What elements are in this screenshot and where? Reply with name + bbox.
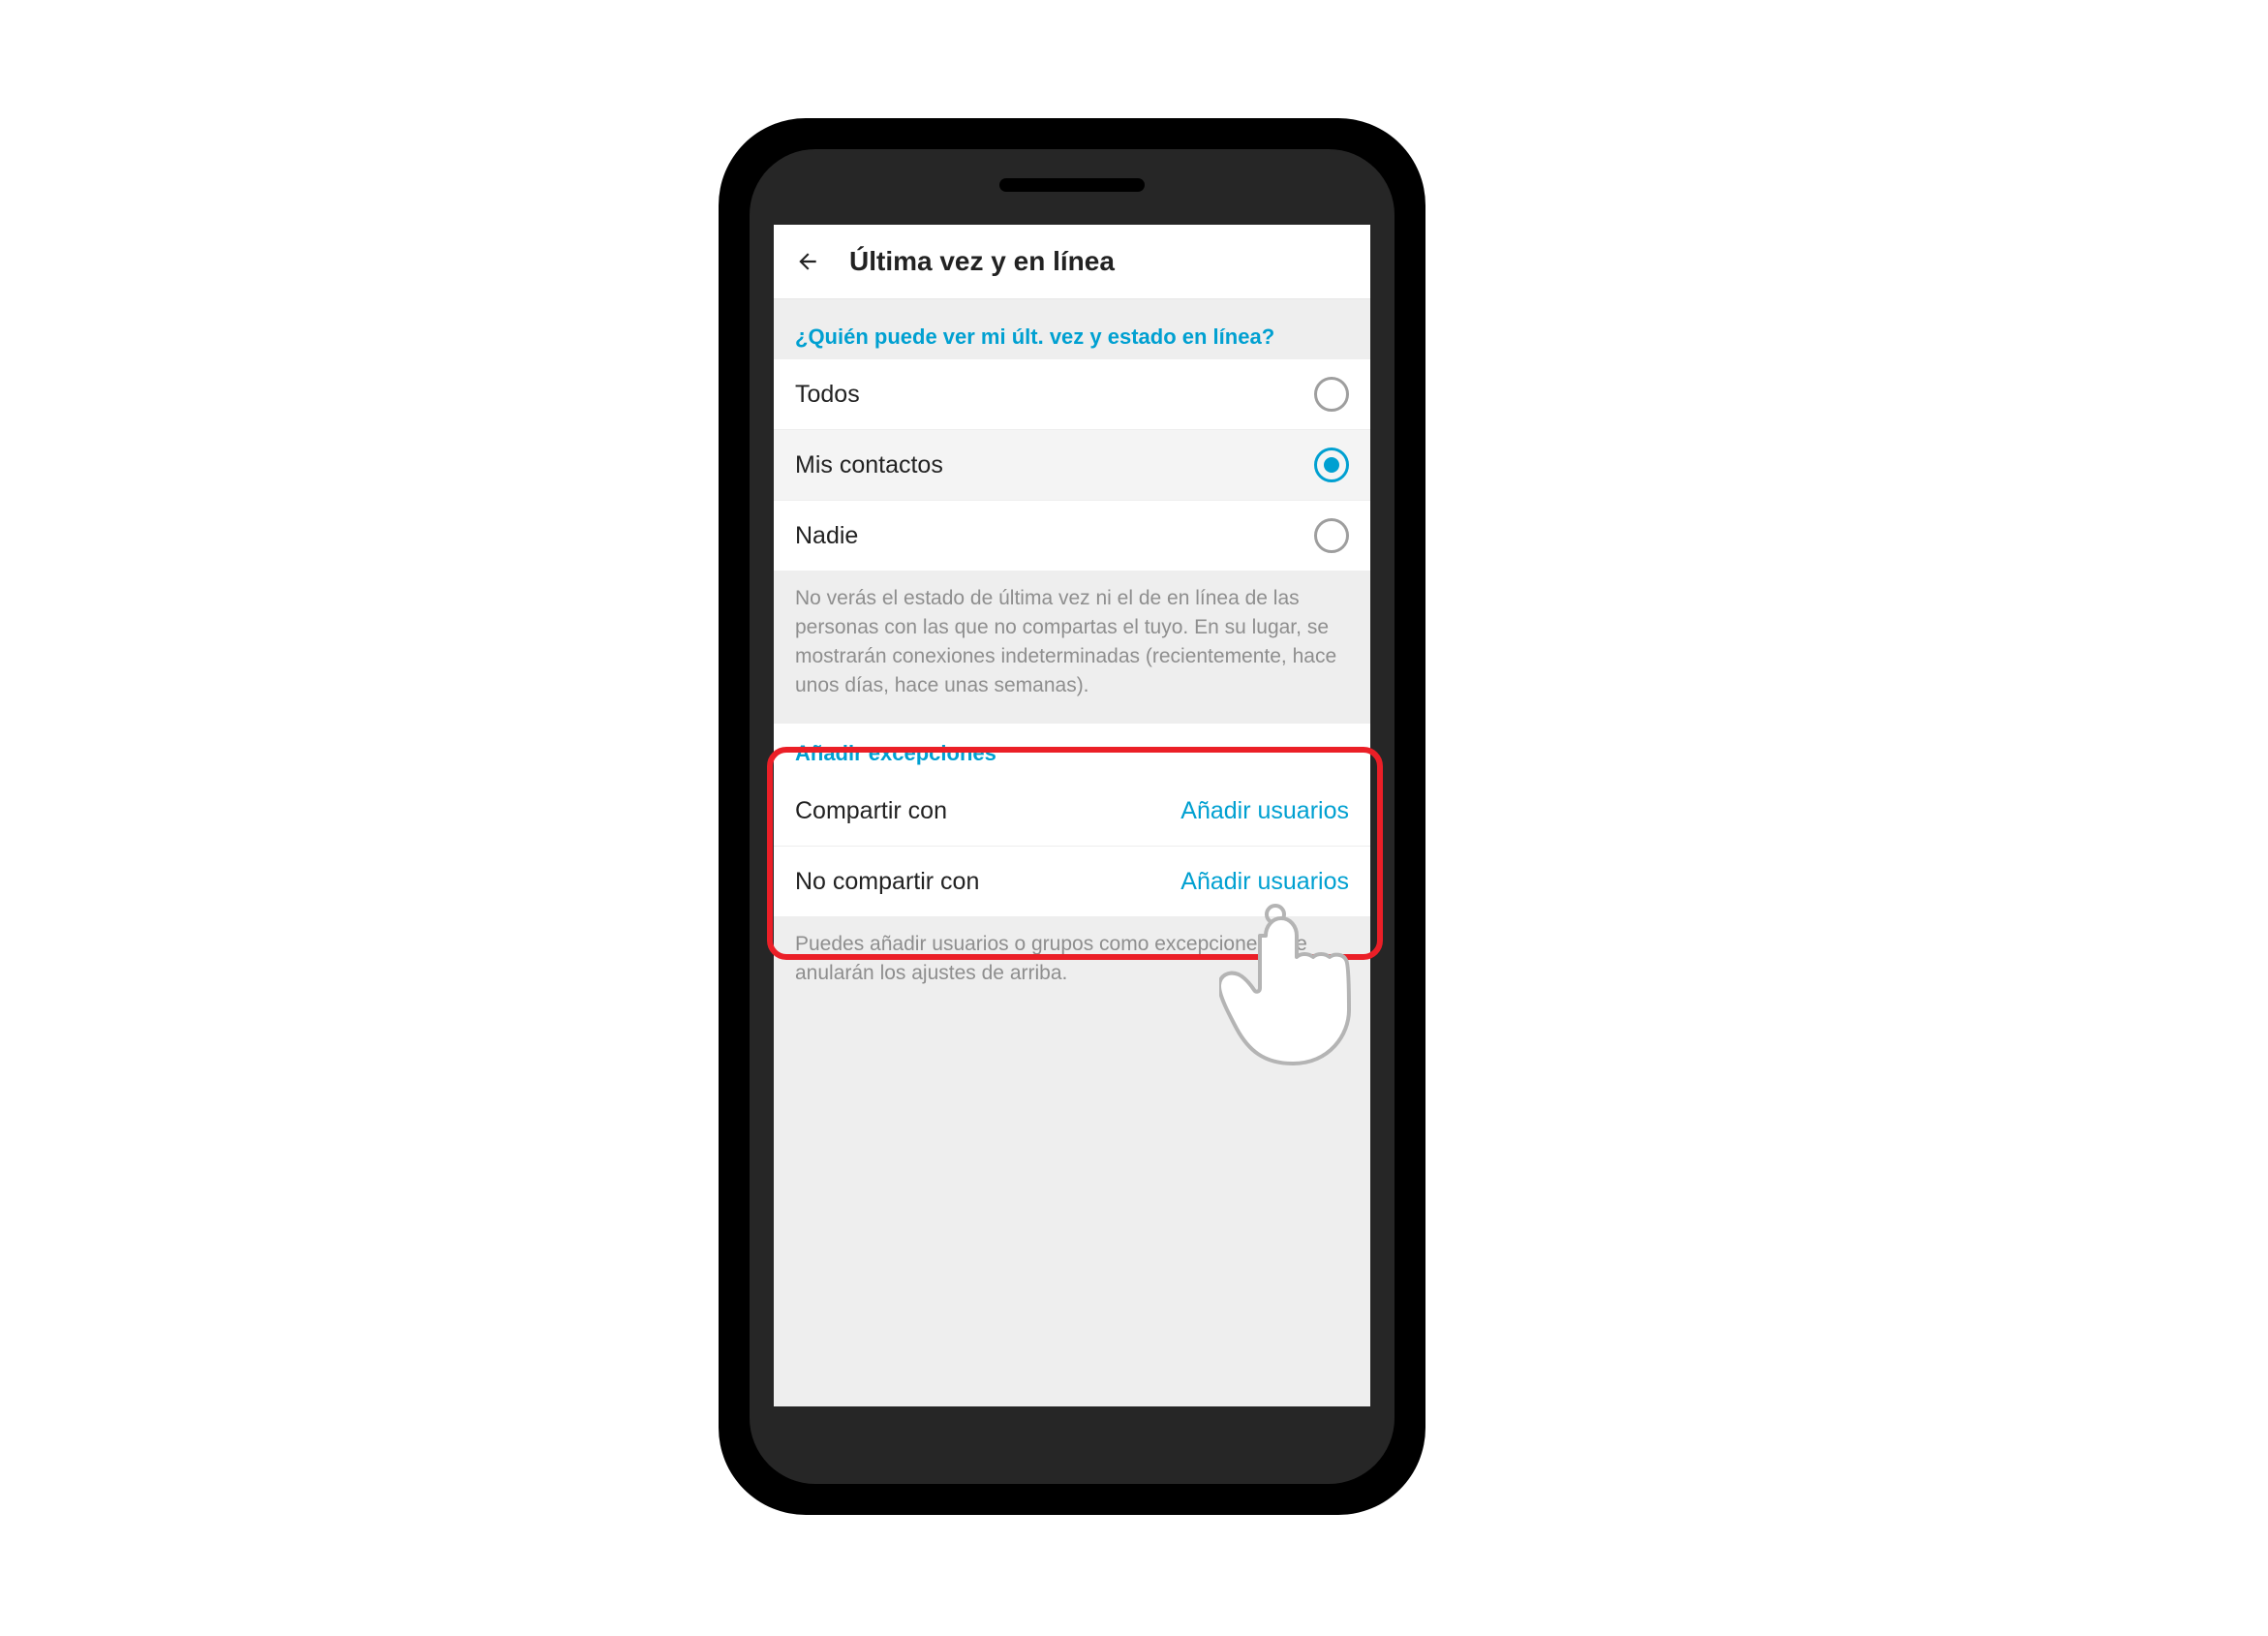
option-my-contacts-label: Mis contactos — [795, 451, 943, 479]
radio-selected-icon — [1314, 448, 1349, 482]
section2-title: Añadir excepciones — [774, 724, 1370, 776]
phone-frame: Última vez y en línea ¿Quién puede ver m… — [719, 118, 1425, 1515]
option-my-contacts[interactable]: Mis contactos — [774, 430, 1370, 501]
row-not-share-with[interactable]: No compartir con Añadir usuarios — [774, 847, 1370, 916]
canvas: Última vez y en línea ¿Quién puede ver m… — [0, 0, 2268, 1636]
option-nobody[interactable]: Nadie — [774, 501, 1370, 571]
section1-description: No verás el estado de última vez ni el d… — [774, 571, 1370, 724]
back-arrow-icon[interactable] — [795, 249, 820, 274]
not-share-with-add-users-link[interactable]: Añadir usuarios — [1180, 868, 1349, 896]
phone-speaker — [999, 178, 1145, 192]
app-screen: Última vez y en línea ¿Quién puede ver m… — [774, 225, 1370, 1406]
page-title: Última vez y en línea — [849, 246, 1115, 277]
phone-bezel: Última vez y en línea ¿Quién puede ver m… — [750, 149, 1395, 1484]
section1-title: ¿Quién puede ver mi últ. vez y estado en… — [774, 299, 1370, 359]
radio-icon — [1314, 518, 1349, 553]
app-header: Última vez y en línea — [774, 225, 1370, 299]
section2-description: Puedes añadir usuarios o grupos como exc… — [774, 916, 1370, 1011]
option-nobody-label: Nadie — [795, 522, 858, 550]
not-share-with-label: No compartir con — [795, 868, 979, 896]
option-everyone-label: Todos — [795, 381, 860, 409]
radio-icon — [1314, 377, 1349, 412]
row-share-with[interactable]: Compartir con Añadir usuarios — [774, 776, 1370, 847]
share-with-label: Compartir con — [795, 797, 947, 825]
option-everyone[interactable]: Todos — [774, 359, 1370, 430]
share-with-add-users-link[interactable]: Añadir usuarios — [1180, 797, 1349, 825]
